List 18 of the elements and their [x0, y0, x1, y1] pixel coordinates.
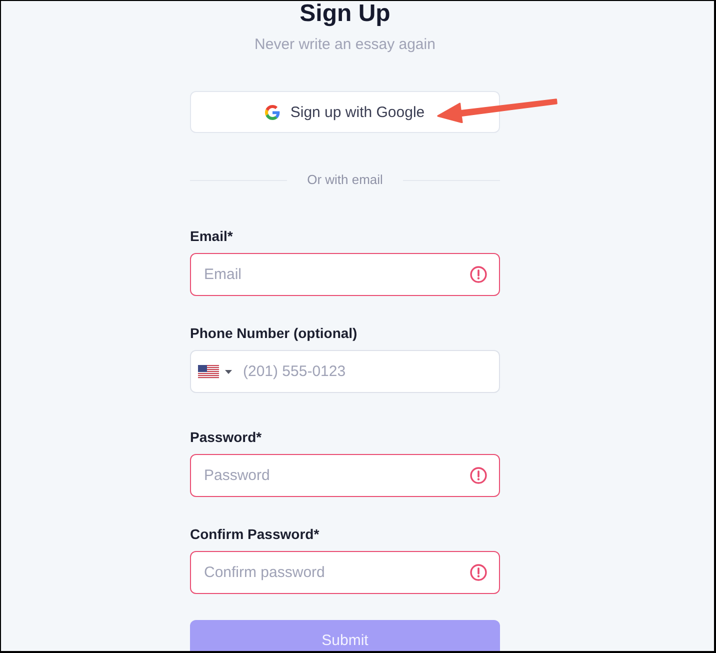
field-label: Phone Number (optional): [190, 324, 358, 343]
google-icon: [265, 104, 280, 120]
email-field[interactable]: Email: [190, 253, 500, 296]
error-icon: [470, 564, 487, 581]
error-icon: [470, 467, 487, 484]
field-label: Confirm Password*: [190, 525, 320, 544]
google-signup-button[interactable]: Sign up with Google: [190, 91, 500, 133]
error-icon: [470, 266, 487, 283]
field-label: Password*: [190, 428, 262, 447]
page-subtitle: Never write an essay again: [254, 35, 436, 55]
password-field[interactable]: Password: [190, 454, 500, 497]
page-title: Sign Up: [300, 1, 390, 27]
phone-field[interactable]: (201) 555-0123: [190, 350, 500, 393]
field-label: Email*: [190, 227, 233, 246]
divider-label: Or with email: [307, 172, 383, 188]
password-field[interactable]: Confirm password: [190, 551, 500, 594]
caret-icon[interactable]: [225, 370, 232, 374]
flag-icon[interactable]: [198, 365, 219, 379]
